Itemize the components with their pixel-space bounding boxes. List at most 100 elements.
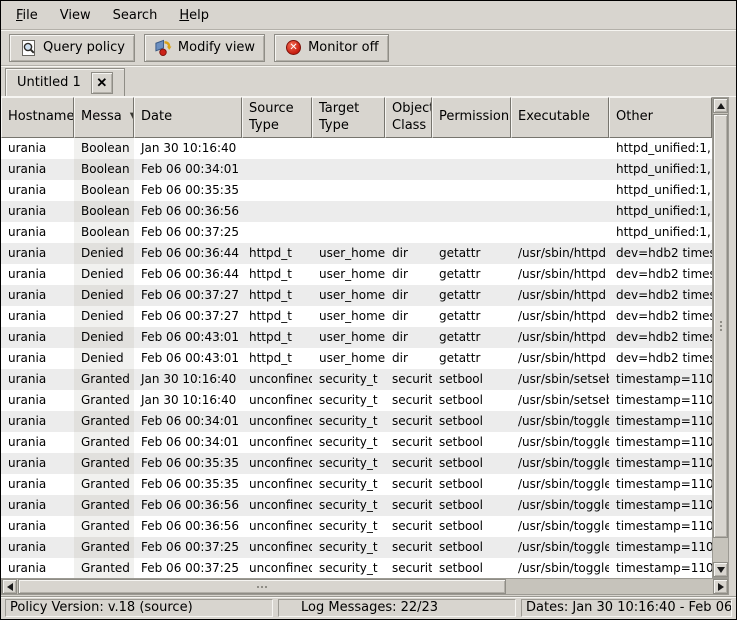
table-cell [432,159,511,180]
column-header-object-class[interactable]: Object Class [385,97,432,138]
table-cell: Feb 06 00:36:56 [134,201,242,222]
table-row[interactable]: uraniaDeniedFeb 06 00:37:27httpd_tuser_h… [1,285,712,306]
table-cell: urania [1,369,74,390]
policy-version-status: Policy Version: v.18 (source) [5,599,273,617]
table-row[interactable]: uraniaGrantedFeb 06 00:36:56unconfined_s… [1,516,712,537]
query-policy-button[interactable]: Query policy [9,34,135,62]
table-cell: unconfined_ [242,369,312,390]
horizontal-scrollbar-thumb[interactable] [18,579,506,594]
table-cell: security_t [312,390,385,411]
column-header-label: Other [616,109,653,125]
tab-untitled-1[interactable]: Untitled 1 ✕ [5,68,125,96]
table-row[interactable]: uraniaGrantedJan 30 10:16:40unconfined_s… [1,369,712,390]
table-row[interactable]: uraniaGrantedFeb 06 00:37:25unconfined_s… [1,537,712,558]
column-header-label: Executable [518,109,590,125]
table-cell: setbool [432,369,511,390]
table-cell: /usr/sbin/toggle [511,474,609,495]
table-cell: user_home_ [312,264,385,285]
table-row[interactable]: uraniaDeniedFeb 06 00:36:44httpd_tuser_h… [1,264,712,285]
table-cell [242,138,312,159]
column-header-target-type[interactable]: Target Type [312,97,385,138]
column-header-messa[interactable]: Messa▼ [74,97,134,138]
table-cell: Feb 06 00:37:25 [134,222,242,243]
table-cell: urania [1,222,74,243]
table-cell: Jan 30 10:16:40 [134,138,242,159]
arrow-left-icon [7,583,13,591]
table-cell: security_t [312,516,385,537]
table-cell: Denied [74,243,134,264]
table-row[interactable]: uraniaBooleanFeb 06 00:36:56httpd_unifie… [1,201,712,222]
table-cell [242,201,312,222]
table-cell [511,159,609,180]
modify-view-button[interactable]: Modify view [144,34,265,62]
table-row[interactable]: uraniaGrantedFeb 06 00:35:35unconfined_s… [1,474,712,495]
table-cell: httpd_t [242,285,312,306]
vertical-scrollbar-thumb[interactable] [713,114,728,538]
table-row[interactable]: uraniaGrantedFeb 06 00:37:25unconfined_s… [1,558,712,578]
arrow-up-icon [717,103,725,109]
table-row[interactable]: uraniaDeniedFeb 06 00:43:01httpd_tuser_h… [1,327,712,348]
monitor-off-icon: ✕ [284,39,303,57]
scroll-up-button[interactable] [713,98,728,113]
table-cell: dev=hdb2 timesta [609,306,712,327]
column-header-other[interactable]: Other [609,97,712,138]
table-row[interactable]: uraniaBooleanFeb 06 00:37:25httpd_unifie… [1,222,712,243]
table-cell: urania [1,495,74,516]
vertical-scrollbar[interactable] [712,97,729,578]
table-cell: httpd_unified:1, h [609,180,712,201]
table-cell: /usr/sbin/httpd [511,285,609,306]
table-cell: setbool [432,432,511,453]
table-cell: dir [385,243,432,264]
table-cell: Denied [74,306,134,327]
horizontal-scrollbar[interactable] [1,578,729,595]
table-cell: unconfined_ [242,495,312,516]
table-cell: getattr [432,306,511,327]
column-header-source-type[interactable]: Source Type [242,97,312,138]
column-header-permission[interactable]: Permission [432,97,511,138]
table-row[interactable]: uraniaGrantedJan 30 10:16:40unconfined_s… [1,390,712,411]
table-row[interactable]: uraniaBooleanFeb 06 00:34:01httpd_unifie… [1,159,712,180]
table-cell: Denied [74,264,134,285]
table-row[interactable]: uraniaGrantedFeb 06 00:34:01unconfined_s… [1,411,712,432]
scroll-down-button[interactable] [713,562,728,577]
table-cell: Feb 06 00:35:35 [134,453,242,474]
column-header-executable[interactable]: Executable [511,97,609,138]
table-cell: user_home_ [312,306,385,327]
menu-item-file[interactable]: File [7,5,47,26]
table-cell: urania [1,390,74,411]
table-cell: Feb 06 00:34:01 [134,159,242,180]
table-cell: setbool [432,453,511,474]
table-cell: Jan 30 10:16:40 [134,390,242,411]
table-row[interactable]: uraniaDeniedFeb 06 00:36:44httpd_tuser_h… [1,243,712,264]
table-cell: /usr/sbin/setseb [511,390,609,411]
table-row[interactable]: uraniaBooleanFeb 06 00:35:35httpd_unifie… [1,180,712,201]
table-row[interactable]: uraniaBooleanJan 30 10:16:40httpd_unifie… [1,138,712,159]
column-header-hostname[interactable]: Hostname [1,97,74,138]
table-row[interactable]: uraniaDeniedFeb 06 00:43:01httpd_tuser_h… [1,348,712,369]
menu-item-search[interactable]: Search [104,5,167,26]
tab-close-button[interactable]: ✕ [91,72,113,94]
table-cell: getattr [432,285,511,306]
scroll-left-button[interactable] [2,579,17,594]
table-row[interactable]: uraniaGrantedFeb 06 00:34:01unconfined_s… [1,432,712,453]
table-cell: Feb 06 00:34:01 [134,432,242,453]
column-header-date[interactable]: Date [134,97,242,138]
table-cell: user_home_ [312,327,385,348]
menu-item-help[interactable]: Help [170,5,218,26]
table-row[interactable]: uraniaGrantedFeb 06 00:36:56unconfined_s… [1,495,712,516]
table-cell: Boolean [74,138,134,159]
monitor-off-button[interactable]: ✕ Monitor off [274,34,388,62]
table-cell: urania [1,432,74,453]
menu-item-view[interactable]: View [51,5,100,26]
table-cell: user_home_ [312,348,385,369]
table-row[interactable]: uraniaGrantedFeb 06 00:35:35unconfined_s… [1,453,712,474]
table-cell [432,138,511,159]
table-cell: /usr/sbin/toggle [511,411,609,432]
scroll-right-button[interactable] [713,579,728,594]
modify-view-icon [154,39,173,57]
table-body: uraniaBooleanJan 30 10:16:40httpd_unifie… [1,138,712,578]
table-cell: unconfined_ [242,474,312,495]
table-row[interactable]: uraniaDeniedFeb 06 00:37:27httpd_tuser_h… [1,306,712,327]
table-cell: /usr/sbin/httpd [511,243,609,264]
table-cell: security [385,390,432,411]
